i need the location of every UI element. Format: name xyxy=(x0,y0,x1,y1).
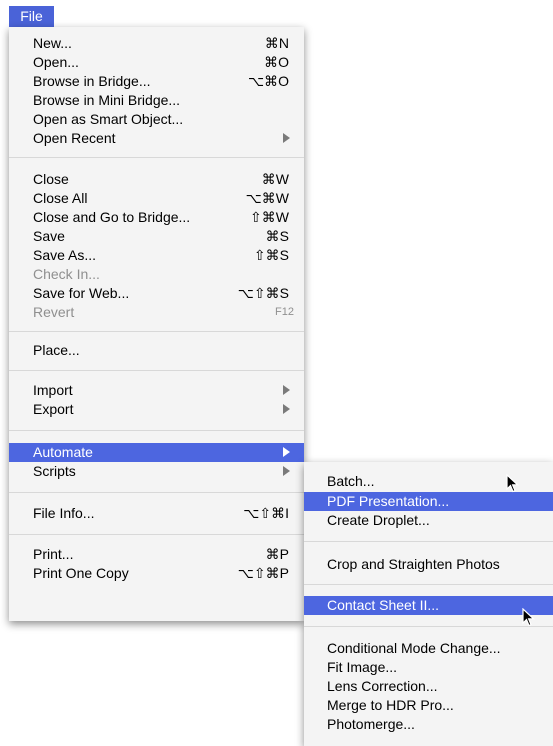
menu-separator xyxy=(9,534,304,535)
file-menu-title[interactable]: File xyxy=(9,6,54,27)
menu-item-close[interactable]: Close ⌘W xyxy=(9,170,304,189)
menu-item-label: Close xyxy=(33,171,69,187)
menu-separator xyxy=(9,331,304,332)
menu-item-fit-image[interactable]: Fit Image... xyxy=(304,658,553,677)
menu-item-export[interactable]: Export xyxy=(9,400,304,419)
menu-item-label: Open Recent xyxy=(33,130,116,146)
menu-item-check-in: Check In... xyxy=(9,265,304,284)
menu-item-label: Print One Copy xyxy=(33,565,129,581)
menu-item-label: Export xyxy=(33,401,74,417)
automate-submenu: Batch... PDF Presentation... Create Drop… xyxy=(304,462,553,746)
submenu-arrow-icon xyxy=(283,133,290,143)
menu-item-label: Save for Web... xyxy=(33,285,130,301)
submenu-arrow-icon xyxy=(283,447,290,457)
menu-separator xyxy=(9,157,304,158)
menu-item-label: File Info... xyxy=(33,505,95,521)
menu-item-open-recent[interactable]: Open Recent xyxy=(9,129,304,148)
menu-item-automate[interactable]: Automate xyxy=(9,443,304,462)
menu-separator xyxy=(304,541,553,542)
menu-separator xyxy=(9,430,304,431)
menu-item-label: Import xyxy=(33,382,73,398)
menu-item-label: Print... xyxy=(33,546,74,562)
menu-item-label: Scripts xyxy=(33,463,76,479)
menu-item-label: Open as Smart Object... xyxy=(33,111,184,127)
menu-item-label: Fit Image... xyxy=(327,659,398,675)
menu-item-shortcut: ⇧⌘W xyxy=(250,209,289,225)
menu-item-lens-correction[interactable]: Lens Correction... xyxy=(304,677,553,696)
menu-item-label: Browse in Mini Bridge... xyxy=(33,92,181,108)
menu-item-close-and-go-to-bridge[interactable]: Close and Go to Bridge... ⇧⌘W xyxy=(9,208,304,227)
menu-item-crop-and-straighten[interactable]: Crop and Straighten Photos xyxy=(304,555,553,574)
mouse-cursor-icon xyxy=(506,474,520,493)
menu-item-save[interactable]: Save ⌘S xyxy=(9,227,304,246)
menu-item-create-droplet[interactable]: Create Droplet... xyxy=(304,511,553,530)
menu-item-browse-in-mini-bridge[interactable]: Browse in Mini Bridge... xyxy=(9,91,304,110)
menu-item-pdf-presentation[interactable]: PDF Presentation... xyxy=(304,492,553,511)
menu-item-shortcut: F12 xyxy=(275,306,294,318)
menu-item-label: Check In... xyxy=(33,266,100,282)
menu-item-label: Crop and Straighten Photos xyxy=(327,556,500,572)
menu-item-new[interactable]: New... ⌘N xyxy=(9,34,304,53)
menu-item-label: Batch... xyxy=(327,473,375,489)
mouse-cursor-icon xyxy=(522,608,536,627)
menu-separator xyxy=(304,626,553,627)
menu-item-label: Conditional Mode Change... xyxy=(327,640,501,656)
menu-item-open[interactable]: Open... ⌘O xyxy=(9,53,304,72)
menu-item-photomerge[interactable]: Photomerge... xyxy=(304,715,553,734)
menu-item-save-as[interactable]: Save As... ⇧⌘S xyxy=(9,246,304,265)
menu-separator xyxy=(9,370,304,371)
menu-item-label: Save xyxy=(33,228,65,244)
menu-item-conditional-mode-change[interactable]: Conditional Mode Change... xyxy=(304,639,553,658)
menu-item-open-as-smart-object[interactable]: Open as Smart Object... xyxy=(9,110,304,129)
menu-item-revert: Revert F12 xyxy=(9,303,304,322)
menu-item-scripts[interactable]: Scripts xyxy=(9,462,304,481)
menu-item-label: Close All xyxy=(33,190,88,206)
menu-item-shortcut: ⌥⇧⌘P xyxy=(237,565,289,581)
menu-item-shortcut: ⌥⌘W xyxy=(245,190,289,206)
menu-item-shortcut: ⌥⇧⌘S xyxy=(237,285,289,301)
menu-item-label: Lens Correction... xyxy=(327,678,438,694)
menu-item-shortcut: ⌘S xyxy=(265,228,289,244)
menu-item-label: New... xyxy=(33,35,72,51)
menu-item-close-all[interactable]: Close All ⌥⌘W xyxy=(9,189,304,208)
menu-item-import[interactable]: Import xyxy=(9,381,304,400)
menu-separator xyxy=(9,492,304,493)
menu-item-label: Revert xyxy=(33,304,75,320)
menu-item-merge-to-hdr-pro[interactable]: Merge to HDR Pro... xyxy=(304,696,553,715)
file-menu: New... ⌘N Open... ⌘O Browse in Bridge...… xyxy=(9,27,304,621)
menu-item-shortcut: ⌘N xyxy=(264,35,289,51)
submenu-arrow-icon xyxy=(283,404,290,414)
menu-item-shortcut: ⌥⇧⌘I xyxy=(243,505,289,521)
menu-item-file-info[interactable]: File Info... ⌥⇧⌘I xyxy=(9,504,304,523)
menu-item-browse-in-bridge[interactable]: Browse in Bridge... ⌥⌘O xyxy=(9,72,304,91)
menu-item-shortcut: ⇧⌘S xyxy=(253,247,289,263)
submenu-arrow-icon xyxy=(283,466,290,476)
menu-item-label: Contact Sheet II... xyxy=(327,597,440,613)
menu-item-label: Create Droplet... xyxy=(327,512,430,528)
menu-item-shortcut: ⌘P xyxy=(265,546,289,562)
menu-item-place[interactable]: Place... xyxy=(9,341,304,360)
menu-item-label: Close and Go to Bridge... xyxy=(33,209,191,225)
menu-item-label: Save As... xyxy=(33,247,97,263)
menu-item-label: Open... xyxy=(33,54,79,70)
menu-separator xyxy=(304,584,553,585)
menu-item-print[interactable]: Print... ⌘P xyxy=(9,545,304,564)
menu-item-label: Automate xyxy=(33,444,93,460)
menu-item-shortcut: ⌘W xyxy=(261,171,289,187)
menu-item-label: Place... xyxy=(33,342,80,358)
submenu-arrow-icon xyxy=(283,385,290,395)
menu-item-label: PDF Presentation... xyxy=(327,493,450,509)
menu-item-shortcut: ⌘O xyxy=(264,54,289,70)
menu-item-print-one-copy[interactable]: Print One Copy ⌥⇧⌘P xyxy=(9,564,304,583)
menu-item-label: Photomerge... xyxy=(327,716,415,732)
menu-item-save-for-web[interactable]: Save for Web... ⌥⇧⌘S xyxy=(9,284,304,303)
menu-item-label: Browse in Bridge... xyxy=(33,73,151,89)
menu-item-label: Merge to HDR Pro... xyxy=(327,697,454,713)
menu-item-contact-sheet[interactable]: Contact Sheet II... xyxy=(304,596,553,615)
menu-item-shortcut: ⌥⌘O xyxy=(247,73,289,89)
